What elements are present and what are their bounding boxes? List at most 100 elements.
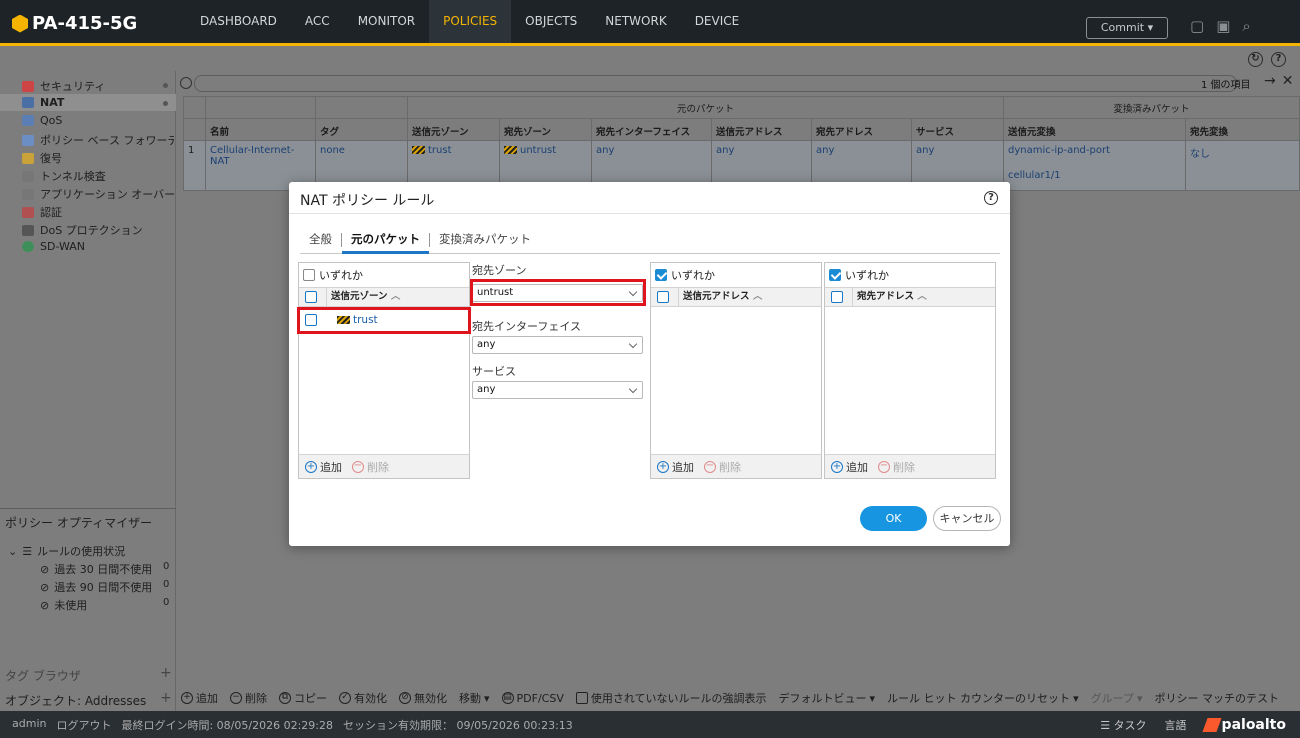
col-dst-translation[interactable]: 宛先変換	[1185, 118, 1300, 141]
add-button[interactable]: + 追加	[657, 459, 694, 475]
tab-general[interactable]: 全般	[300, 230, 341, 254]
delete-button[interactable]: − 削除	[704, 459, 741, 475]
service-select[interactable]: any	[472, 381, 643, 399]
col-tag[interactable]: タグ	[315, 118, 408, 141]
objects-header[interactable]: オブジェクト: Addresses	[5, 692, 146, 709]
rule-usage-unused[interactable]: ⊘ 未使用	[40, 597, 87, 613]
dst-interface-label: 宛先インターフェイス	[472, 320, 582, 333]
checkbox[interactable]	[575, 692, 588, 704]
dst-address-column-label: 宛先アドレス	[857, 291, 915, 302]
sidebar-item-app-override[interactable]: アプリケーション オーバーライド	[22, 186, 174, 202]
add-button[interactable]: + 追加	[831, 459, 868, 475]
dropdown-icon: ▾	[484, 691, 490, 705]
session-expiry: セッション有効期限： 09/05/2026 00:23:13	[342, 718, 573, 732]
sidebar-item-auth[interactable]: 認証	[22, 204, 174, 220]
dialog-title: NAT ポリシー ルール	[300, 193, 435, 209]
search-icon[interactable]: ⌕	[1242, 17, 1250, 35]
any-checkbox[interactable]	[655, 269, 667, 281]
col-dst-zone[interactable]: 宛先ゾーン	[499, 118, 592, 141]
expand-plus-icon[interactable]: +	[160, 690, 172, 706]
help-icon[interactable]: ?	[984, 191, 998, 205]
src-address-column[interactable]: 送信元アドレス ︿	[678, 288, 762, 306]
nav-dashboard[interactable]: DASHBOARD	[186, 0, 291, 43]
refresh-icon[interactable]: ↻	[1248, 52, 1263, 67]
enable-button[interactable]: ✓ 有効化	[339, 690, 387, 706]
default-view-button[interactable]: デフォルトビュー ▾	[779, 690, 876, 706]
nav-device[interactable]: DEVICE	[681, 0, 754, 43]
sidebar-item-nat[interactable]: NAT	[22, 96, 174, 109]
select-all-checkbox[interactable]	[831, 291, 843, 303]
highlight-unused-label: 使用されていないルールの強調表示	[590, 692, 767, 705]
src-address-list-header: 送信元アドレス ︿	[651, 287, 821, 307]
rule-usage-90days[interactable]: ⊘ 過去 90 日間不使用	[40, 579, 152, 595]
add-button[interactable]: + 追加	[305, 459, 342, 475]
apply-filter-icon[interactable]: →	[1264, 73, 1276, 89]
search-input[interactable]	[194, 75, 1237, 92]
commit-button[interactable]: Commit ▾	[1086, 17, 1168, 39]
col-src-translation[interactable]: 送信元変換	[1003, 118, 1186, 141]
clear-filter-icon[interactable]: ✕	[1282, 73, 1294, 89]
rule-usage-node[interactable]: ⌄ ☰ ルールの使用状況	[8, 543, 125, 559]
tab-translated-packet[interactable]: 変換済みパケット	[430, 230, 540, 254]
sidebar-item-dos[interactable]: DoS プロテクション	[22, 222, 174, 238]
copy-button[interactable]: ⧉ コピー	[279, 690, 327, 706]
delete-button[interactable]: − 削除	[878, 459, 915, 475]
help-icon[interactable]: ?	[1271, 52, 1286, 67]
sidebar-item-pbf[interactable]: ポリシー ベース フォワーディング	[22, 132, 174, 148]
delete-button[interactable]: − 削除	[352, 459, 389, 475]
tasks-button[interactable]: ☰ タスク	[1100, 717, 1146, 733]
ok-button[interactable]: OK	[860, 506, 927, 531]
sidebar-item-decryption[interactable]: 復号	[22, 150, 174, 166]
nav-policies[interactable]: POLICIES	[429, 0, 512, 43]
highlight-unused-toggle[interactable]: 使用されていないルールの強調表示	[575, 690, 767, 706]
src-zone-any-toggle[interactable]: いずれか	[303, 267, 363, 283]
tab-original-packet[interactable]: 元のパケット	[342, 230, 429, 254]
logout-link[interactable]: ログアウト	[56, 717, 111, 733]
sidebar-item-label: トンネル検査	[40, 170, 106, 183]
col-service[interactable]: サービス	[911, 118, 1004, 141]
delete-button[interactable]: − 削除	[230, 690, 267, 706]
tag-browser-header[interactable]: タグ ブラウザ	[5, 667, 81, 684]
nav-acc[interactable]: ACC	[291, 0, 344, 43]
nav-network[interactable]: NETWORK	[591, 0, 680, 43]
select-all-checkbox[interactable]	[657, 291, 669, 303]
disable-button[interactable]: ⊘ 無効化	[399, 690, 447, 706]
col-src-zone[interactable]: 送信元ゾーン	[407, 118, 500, 141]
language-button[interactable]: 言語	[1165, 717, 1187, 733]
dst-address-column[interactable]: 宛先アドレス ︿	[852, 288, 927, 306]
sidebar-item-tunnel[interactable]: トンネル検査	[22, 168, 174, 184]
nav-monitor[interactable]: MONITOR	[344, 0, 429, 43]
save-config-icon[interactable]: ▣	[1216, 17, 1230, 35]
last-login: 最終ログイン時間: 08/05/2026 02:29:28	[121, 718, 333, 732]
src-zone-column[interactable]: 送信元ゾーン ︿	[326, 288, 400, 306]
delete-label: 削除	[245, 692, 267, 705]
col-dst-address[interactable]: 宛先アドレス	[811, 118, 912, 141]
src-address-any-toggle[interactable]: いずれか	[655, 267, 715, 283]
sidebar-item-qos[interactable]: QoS	[22, 114, 174, 127]
sidebar-item-sdwan[interactable]: SD-WAN	[22, 240, 174, 253]
dst-address-any-toggle[interactable]: いずれか	[829, 267, 889, 283]
any-checkbox[interactable]	[303, 269, 315, 281]
rule-src-translation[interactable]: dynamic-ip-and-port cellular1/1	[1003, 140, 1186, 191]
any-checkbox[interactable]	[829, 269, 841, 281]
col-dst-interface[interactable]: 宛先インターフェイス	[591, 118, 712, 141]
dst-interface-select[interactable]: any	[472, 336, 643, 354]
lock-config-icon[interactable]: ▢	[1190, 17, 1204, 35]
col-src-address[interactable]: 送信元アドレス	[711, 118, 812, 141]
group-button[interactable]: グループ ▾	[1091, 690, 1143, 706]
move-button[interactable]: 移動 ▾	[459, 690, 490, 706]
pdf-csv-button[interactable]: ▤ PDF/CSV	[501, 692, 564, 705]
add-button[interactable]: + 追加	[181, 690, 218, 706]
dialog-tabs: 全般 元のパケット 変換済みパケット	[300, 230, 1000, 254]
expand-plus-icon[interactable]: +	[160, 665, 172, 681]
rule-usage-30days[interactable]: ⊘ 過去 30 日間不使用	[40, 561, 152, 577]
reset-hit-counter-button[interactable]: ルール ヒット カウンターのリセット ▾	[887, 690, 1079, 706]
dos-icon	[22, 224, 34, 236]
col-name[interactable]: 名前	[205, 118, 316, 141]
cancel-button[interactable]: キャンセル	[933, 506, 1001, 531]
sidebar-item-security[interactable]: セキュリティ	[22, 78, 174, 94]
nav-objects[interactable]: OBJECTS	[511, 0, 591, 43]
delete-label: 削除	[719, 460, 741, 474]
select-all-checkbox[interactable]	[305, 291, 317, 303]
policy-match-test-button[interactable]: ポリシー マッチのテスト	[1154, 690, 1279, 706]
